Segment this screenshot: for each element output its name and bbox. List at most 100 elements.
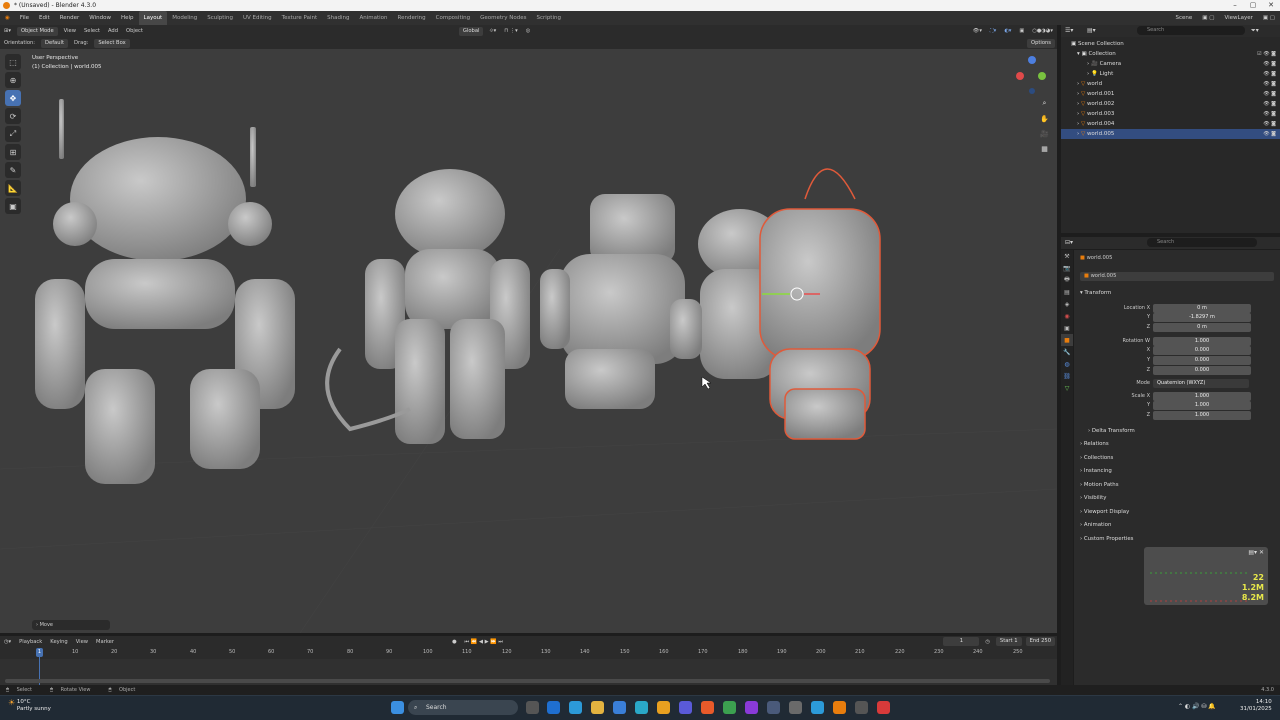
robot-model-world[interactable]: [35, 99, 295, 484]
file-explorer-icon[interactable]: [591, 701, 604, 714]
tab-uv-editing[interactable]: UV Editing: [238, 11, 277, 25]
tab-animation[interactable]: Animation: [354, 11, 392, 25]
panel-motion-paths[interactable]: › Motion Paths: [1080, 480, 1276, 491]
constraints-tab-icon[interactable]: ⛓: [1061, 370, 1073, 382]
chrome-icon[interactable]: [723, 701, 736, 714]
location-z-field[interactable]: 0 m: [1153, 323, 1251, 332]
outliner-search-input[interactable]: Search: [1137, 26, 1245, 35]
menu-select[interactable]: Select: [80, 25, 104, 37]
menu-timeline-view[interactable]: View: [72, 636, 92, 648]
tab-sculpting[interactable]: Sculpting: [202, 11, 238, 25]
view-layer-selector[interactable]: ViewLayer: [1219, 11, 1257, 25]
blender-taskbar-icon[interactable]: [833, 701, 846, 714]
close-button[interactable]: ✕: [1262, 0, 1280, 11]
outliner-row-world-003[interactable]: › ▽ world.003 👁 ◙: [1061, 109, 1280, 119]
app-icon-7[interactable]: [877, 701, 890, 714]
menu-view[interactable]: View: [60, 25, 80, 37]
grid-toggle-icon[interactable]: ▦: [1038, 142, 1051, 155]
menu-file[interactable]: File: [15, 11, 34, 25]
outliner-row-world-004[interactable]: › ▽ world.004 👁 ◙: [1061, 119, 1280, 129]
robot-model-world-001[interactable]: [325, 169, 530, 444]
gizmo-icon[interactable]: ⛶▾: [986, 25, 1000, 37]
navigation-gizmo[interactable]: [1016, 56, 1046, 94]
location-y-field[interactable]: -1.8297 m: [1153, 313, 1251, 322]
outliner-row-camera[interactable]: › 🎥 Camera 👁 ◙: [1061, 59, 1280, 69]
menu-help[interactable]: Help: [116, 11, 139, 25]
orientation-dropdown[interactable]: Default: [41, 38, 69, 48]
tab-shading[interactable]: Shading: [322, 11, 354, 25]
collection-tab-icon[interactable]: ▣: [1061, 322, 1073, 334]
frame-start-field[interactable]: Start 1: [995, 637, 1022, 646]
overlay-controls-icon[interactable]: ▤▾ ✕: [1248, 549, 1264, 556]
3d-viewport[interactable]: [0, 49, 1057, 633]
panel-relations[interactable]: › Relations: [1080, 439, 1276, 450]
panel-custom-properties[interactable]: › Custom Properties: [1080, 534, 1276, 545]
frame-end-field[interactable]: End 250: [1025, 637, 1055, 646]
app-icon-6[interactable]: [855, 701, 868, 714]
scale-z-field[interactable]: 1.000: [1153, 411, 1251, 420]
proportional-edit-icon[interactable]: ◎: [522, 25, 535, 37]
shading-modes-icon[interactable]: ○●◑◕▾: [1028, 25, 1057, 37]
outliner-display-mode-icon[interactable]: ▤▾: [1087, 27, 1096, 34]
app-icon-1[interactable]: [635, 701, 648, 714]
scale-tool-icon[interactable]: ⤢: [5, 126, 21, 142]
rotation-x-field[interactable]: 0.000: [1153, 346, 1251, 355]
outliner-row-world-002[interactable]: › ▽ world.002 👁 ◙: [1061, 99, 1280, 109]
annotate-tool-icon[interactable]: ✎: [5, 162, 21, 178]
object-tab-icon[interactable]: ■: [1061, 334, 1073, 346]
scene-tab-icon[interactable]: ◈: [1061, 298, 1073, 310]
app-icon-4[interactable]: [767, 701, 780, 714]
object-name-field[interactable]: ■ world.005: [1080, 272, 1274, 281]
tab-modeling[interactable]: Modeling: [167, 11, 202, 25]
drag-dropdown[interactable]: Select Box: [94, 38, 130, 48]
last-operator-panel[interactable]: › Move: [32, 620, 110, 630]
scale-x-field[interactable]: 1.000: [1153, 392, 1251, 401]
pivot-icon[interactable]: ⟐▾: [485, 25, 500, 37]
snap-icon[interactable]: ⊓ ⋮▾: [500, 25, 522, 37]
transform-orientation-dropdown[interactable]: Global: [458, 26, 484, 36]
timeline-scrollbar[interactable]: [5, 679, 1050, 683]
rotation-y-field[interactable]: 0.000: [1153, 356, 1251, 365]
taskbar-search-input[interactable]: ⌕ Search: [408, 700, 518, 715]
firefox-icon[interactable]: [701, 701, 714, 714]
outliner-row-world-001[interactable]: › ▽ world.001 👁 ◙: [1061, 89, 1280, 99]
location-x-field[interactable]: 0 m: [1153, 304, 1251, 313]
taskbar-clock[interactable]: 14:10 31/01/2025: [1240, 699, 1272, 713]
tool-tab-icon[interactable]: ⚒: [1061, 250, 1073, 262]
menu-render[interactable]: Render: [55, 11, 85, 25]
measure-tool-icon[interactable]: 📐: [5, 180, 21, 196]
outliner-row-scene-collection[interactable]: ▣ Scene Collection: [1061, 39, 1280, 49]
panel-viewport-display[interactable]: › Viewport Display: [1080, 507, 1276, 518]
mode-dropdown[interactable]: Object Mode: [16, 26, 58, 36]
blender-menu-icon[interactable]: ◉: [0, 11, 15, 25]
current-frame-field[interactable]: 1: [943, 637, 980, 646]
panel-transform[interactable]: ▾ Transform: [1080, 288, 1276, 299]
menu-object[interactable]: Object: [122, 25, 147, 37]
select-tool-icon[interactable]: ⬚: [5, 54, 21, 70]
windows-start-icon[interactable]: [391, 701, 404, 714]
edge-browser-icon[interactable]: [811, 701, 824, 714]
playhead[interactable]: 1: [36, 648, 43, 657]
visibility-icon[interactable]: 👁▾: [969, 25, 986, 37]
menu-edit[interactable]: Edit: [34, 11, 55, 25]
cursor-tool-icon[interactable]: ⊕: [5, 72, 21, 88]
xray-icon[interactable]: ▣: [1015, 25, 1028, 37]
add-cube-tool-icon[interactable]: ▣: [5, 198, 21, 214]
pan-hand-icon[interactable]: ✋: [1038, 112, 1051, 125]
panel-animation[interactable]: › Animation: [1080, 520, 1276, 531]
robot-model-world-005-selected[interactable]: [759, 168, 881, 440]
view-layer-tab-icon[interactable]: ▤: [1061, 286, 1073, 298]
menu-window[interactable]: Window: [84, 11, 116, 25]
data-tab-icon[interactable]: ▽: [1061, 382, 1073, 394]
panel-visibility[interactable]: › Visibility: [1080, 493, 1276, 504]
output-tab-icon[interactable]: 🖶: [1061, 274, 1073, 286]
tab-rendering[interactable]: Rendering: [393, 11, 431, 25]
minimize-button[interactable]: –: [1226, 0, 1244, 11]
weather-widget[interactable]: ☀ 10°C Partly sunny: [8, 699, 51, 713]
playback-controls[interactable]: ⏮ ⏪ ◀ ▶ ⏩ ⏭: [461, 636, 507, 648]
menu-add[interactable]: Add: [104, 25, 122, 37]
scene-selector[interactable]: Scene: [1171, 11, 1198, 25]
tab-scripting[interactable]: Scripting: [532, 11, 566, 25]
panel-instancing[interactable]: › Instancing: [1080, 466, 1276, 477]
editor-type-icon[interactable]: ⊞▾: [0, 25, 15, 37]
